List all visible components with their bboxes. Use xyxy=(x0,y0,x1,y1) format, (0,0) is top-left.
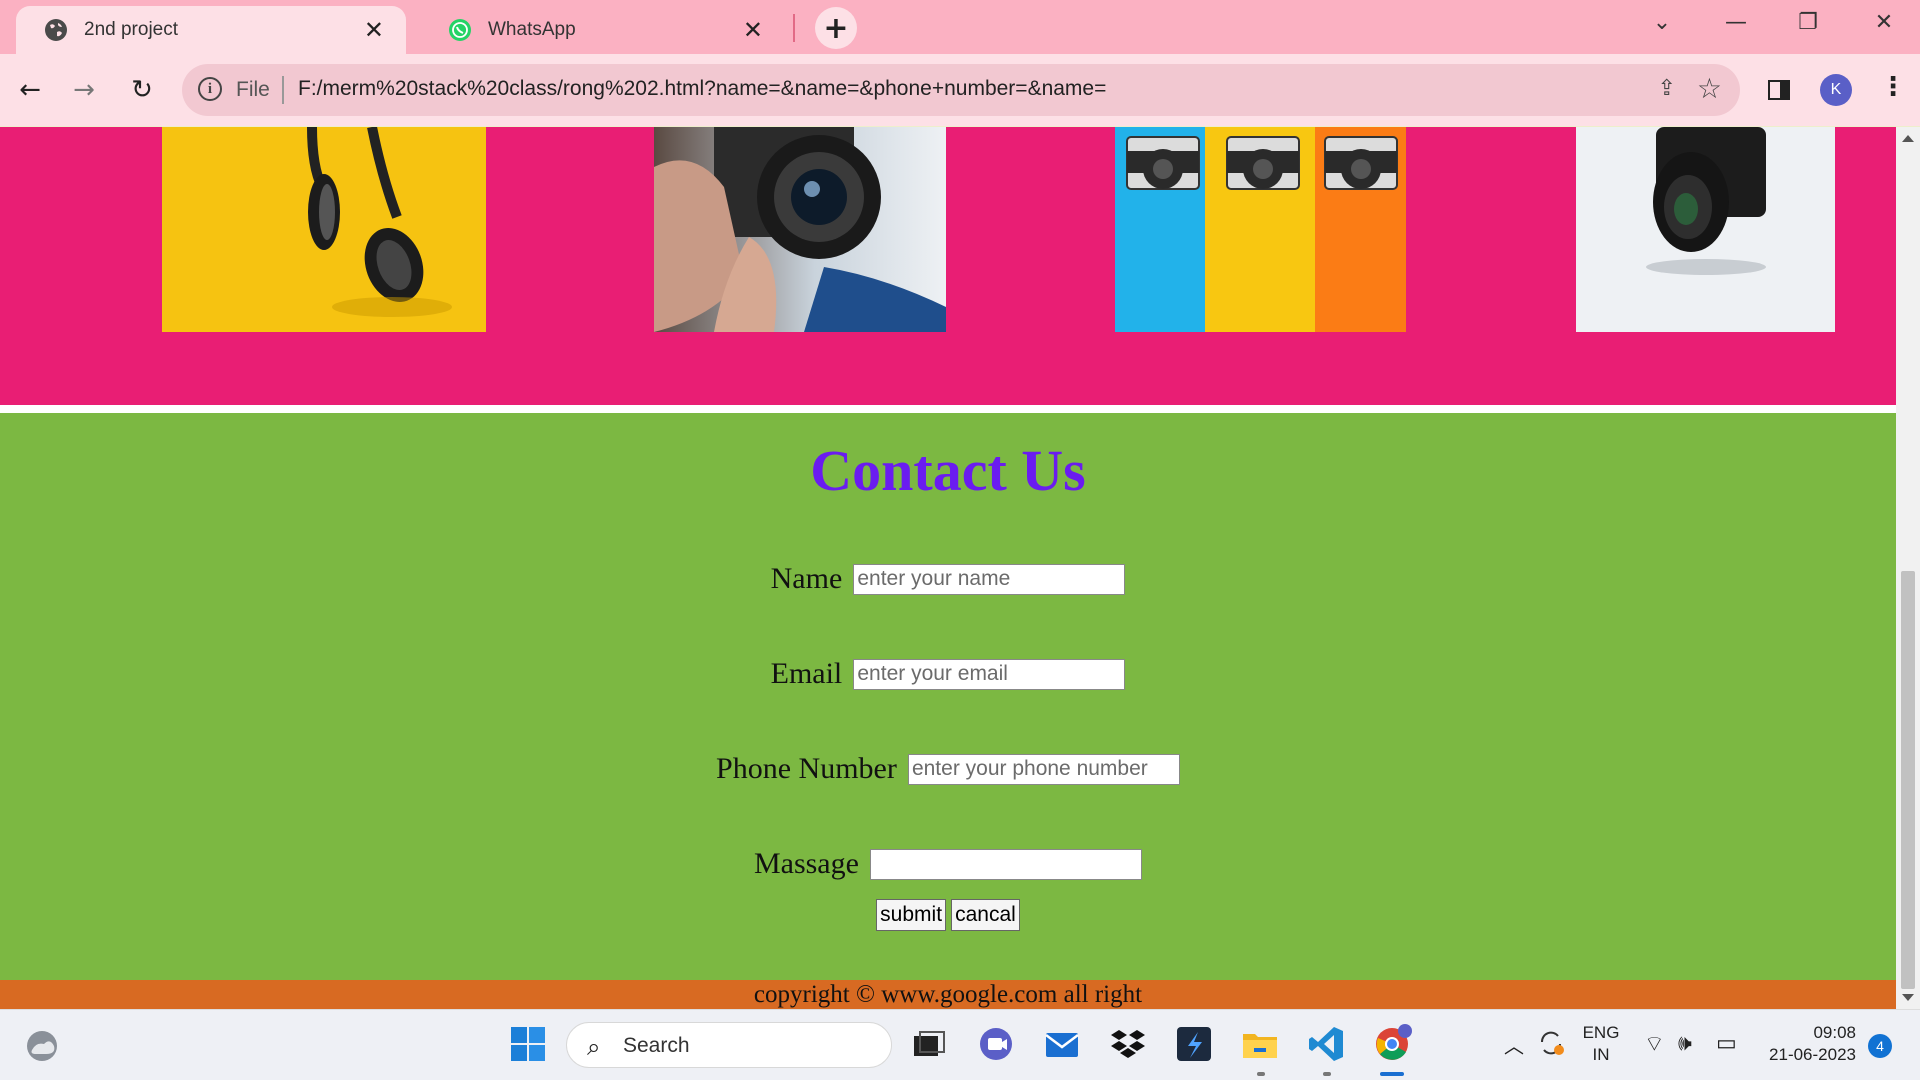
phone-number-input[interactable] xyxy=(907,753,1180,785)
active-indicator xyxy=(1380,1072,1404,1076)
gallery-image-headphones xyxy=(162,127,486,332)
clock-date: 21-06-2023 xyxy=(1769,1045,1856,1064)
vscode-icon[interactable] xyxy=(1306,1024,1346,1064)
tray-overflow-chevron-icon[interactable]: ︿ xyxy=(1504,1030,1524,1059)
windows-start-icon[interactable] xyxy=(508,1024,548,1064)
tab-2nd-project[interactable]: 2nd project ✕ xyxy=(16,6,406,54)
name-row: Name xyxy=(0,562,1896,596)
page-footer: copyright © www.google.com all right xyxy=(0,980,1896,1009)
close-tab-icon[interactable]: ✕ xyxy=(364,16,384,44)
minimize-icon[interactable]: — xyxy=(1716,10,1756,35)
tab-title: WhatsApp xyxy=(488,19,576,40)
email-input[interactable] xyxy=(853,658,1126,690)
close-window-icon[interactable]: ✕ xyxy=(1864,10,1904,35)
page-viewport: Contact Us Name Email Phone Number Massa… xyxy=(0,127,1896,1009)
phone-row: Phone Number xyxy=(0,752,1896,786)
side-panel-icon[interactable] xyxy=(1768,80,1790,100)
cancel-button[interactable]: cancal xyxy=(951,899,1020,931)
scroll-up-arrow-icon[interactable] xyxy=(1902,135,1914,142)
forward-icon[interactable]: → xyxy=(66,72,102,108)
battery-icon[interactable]: ▭ xyxy=(1716,1030,1737,1056)
site-info-icon[interactable]: i xyxy=(198,77,222,101)
phone-number-label: Phone Number xyxy=(716,752,897,785)
browser-tab-strip: 2nd project ✕ WhatsApp ✕ + ⌄ — ❐ ✕ xyxy=(0,0,1920,54)
globe-icon xyxy=(45,19,67,41)
reload-icon[interactable]: ↻ xyxy=(124,72,160,108)
url-text[interactable]: F:/merm%20stack%20class/rong%202.html?na… xyxy=(298,77,1106,101)
contact-section: Contact Us Name Email Phone Number Massa… xyxy=(0,413,1896,980)
share-icon[interactable]: ⇪ xyxy=(1658,76,1676,101)
running-indicator xyxy=(1257,1072,1265,1076)
tab-whatsapp[interactable]: WhatsApp ✕ xyxy=(420,6,785,54)
chrome-icon[interactable] xyxy=(1372,1024,1412,1064)
omnibox-divider xyxy=(282,76,284,104)
form-buttons: submit cancal xyxy=(0,899,1896,931)
running-indicator xyxy=(1323,1072,1331,1076)
teams-chat-icon[interactable] xyxy=(976,1024,1016,1064)
email-label: Email xyxy=(770,657,843,690)
menu-kebab-icon[interactable]: ⋮ xyxy=(1880,72,1906,102)
scrollbar-thumb[interactable] xyxy=(1901,571,1915,989)
task-view-icon[interactable] xyxy=(908,1024,948,1064)
gallery-section xyxy=(0,127,1896,405)
notification-badge[interactable]: 4 xyxy=(1868,1034,1892,1058)
contact-heading: Contact Us xyxy=(810,438,1086,503)
sync-icon[interactable] xyxy=(1536,1028,1566,1058)
language-region: IN xyxy=(1592,1045,1610,1064)
language-code: ENG xyxy=(1582,1023,1620,1042)
message-row: Massage xyxy=(0,847,1896,881)
gallery-image-camera-hands xyxy=(654,127,946,332)
page-scrollbar[interactable] xyxy=(1896,127,1920,1009)
wifi-icon[interactable]: ⌔ xyxy=(1644,1030,1665,1058)
taskbar-search[interactable]: ⌕ Search xyxy=(566,1022,892,1068)
close-tab-icon[interactable]: ✕ xyxy=(743,16,763,44)
tab-separator xyxy=(793,14,795,42)
dropbox-icon[interactable] xyxy=(1108,1024,1148,1064)
address-bar[interactable]: i File F:/merm%20stack%20class/rong%202.… xyxy=(182,64,1740,116)
message-label: Massage xyxy=(753,847,859,880)
browser-toolbar: ← → ↻ i File F:/merm%20stack%20class/ron… xyxy=(0,54,1920,127)
language-indicator[interactable]: ENG IN xyxy=(1578,1022,1624,1066)
new-tab-button[interactable]: + xyxy=(815,7,857,49)
message-input[interactable] xyxy=(870,848,1143,880)
submit-button[interactable]: submit xyxy=(876,899,947,931)
back-icon[interactable]: ← xyxy=(12,72,48,108)
clock-time: 09:08 xyxy=(1813,1023,1856,1042)
windows-taskbar: ⌕ Search ︿ ENG IN ⌔ 🕪 ▭ 09:08 21-06-2023… xyxy=(0,1009,1920,1080)
app-s-icon[interactable] xyxy=(1174,1024,1214,1064)
bookmark-star-icon[interactable]: ☆ xyxy=(1697,72,1722,105)
tab-title: 2nd project xyxy=(84,19,179,40)
taskbar-search-label: Search xyxy=(623,1034,690,1057)
scroll-down-arrow-icon[interactable] xyxy=(1902,994,1914,1001)
search-icon: ⌕ xyxy=(587,1033,601,1061)
whatsapp-icon xyxy=(449,19,471,41)
weather-icon[interactable] xyxy=(22,1026,62,1066)
gallery-image-three-cameras xyxy=(1115,127,1406,332)
profile-avatar[interactable]: K xyxy=(1820,74,1852,106)
mail-icon[interactable] xyxy=(1042,1024,1082,1064)
email-row: Email xyxy=(0,657,1896,691)
volume-icon[interactable]: 🕪 xyxy=(1678,1030,1692,1056)
restore-icon[interactable]: ❐ xyxy=(1788,10,1828,35)
scheme-label: File xyxy=(236,78,270,101)
name-label: Name xyxy=(770,562,843,595)
file-explorer-icon[interactable] xyxy=(1240,1024,1280,1064)
name-input[interactable] xyxy=(853,563,1126,595)
gallery-image-black-camera xyxy=(1576,127,1835,332)
clock[interactable]: 09:08 21-06-2023 xyxy=(1752,1022,1856,1066)
tab-search-chevron-icon[interactable]: ⌄ xyxy=(1642,10,1682,35)
